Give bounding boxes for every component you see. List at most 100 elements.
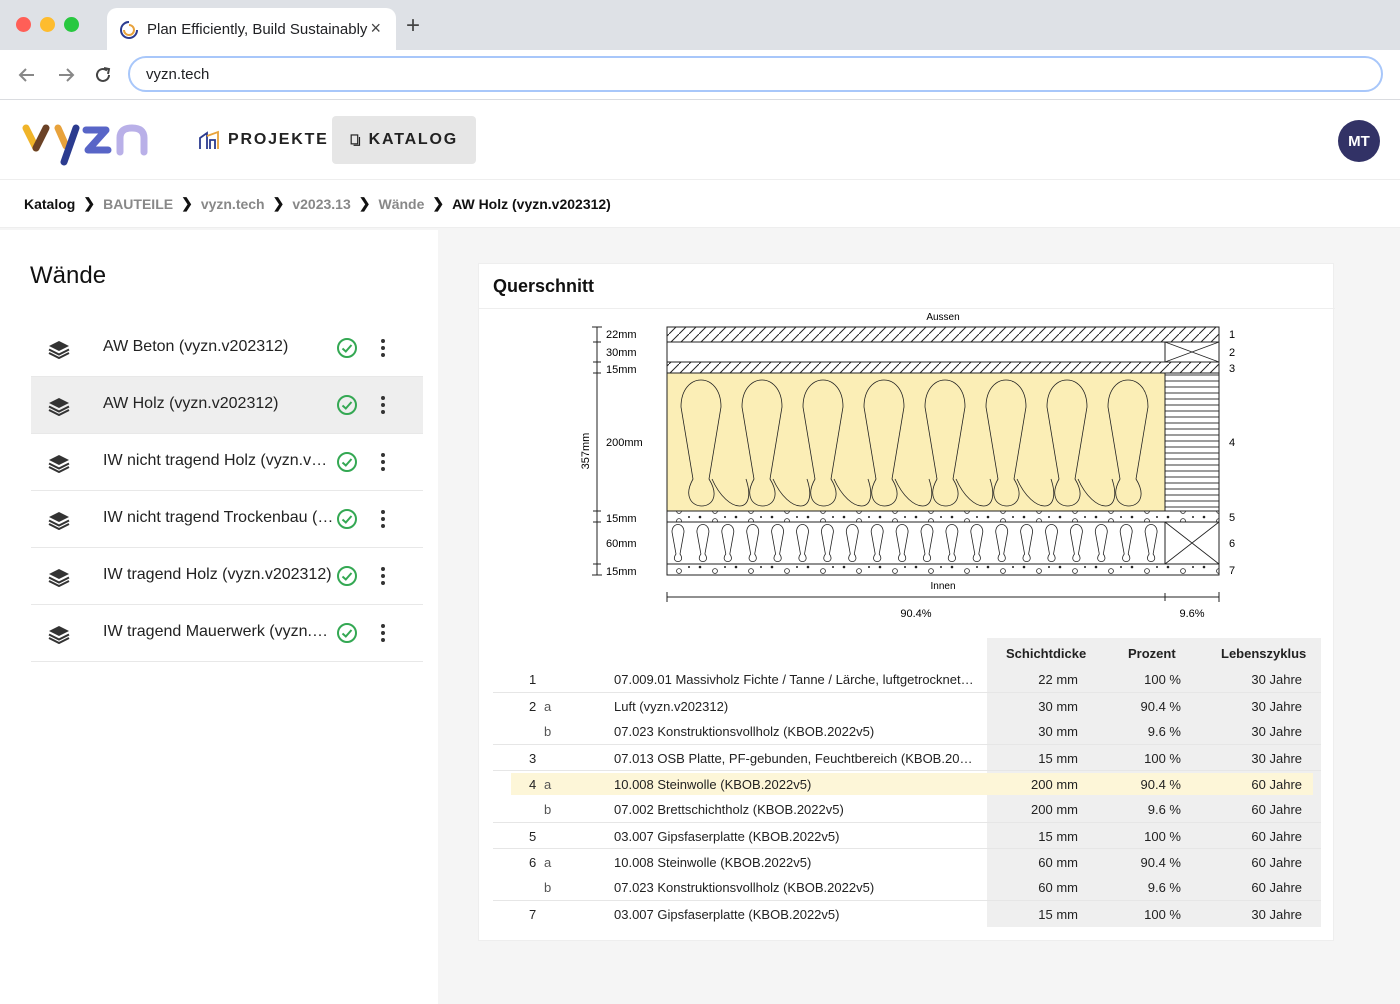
nav-katalog[interactable]: KATALOG xyxy=(332,116,476,164)
new-tab-button[interactable]: + xyxy=(406,14,420,38)
layer-number-label: 7 xyxy=(1229,565,1235,577)
browser-tab[interactable]: Plan Efficiently, Build Sustainably × xyxy=(107,8,396,50)
app-header: vyzn PROJEKTE KATALOG MT xyxy=(0,100,1400,180)
layer-thickness: 60 mm xyxy=(1038,855,1078,870)
layer-thickness: 30 mm xyxy=(1038,699,1078,714)
tab-close-icon[interactable]: × xyxy=(370,18,381,38)
sidebar-item[interactable]: IW tragend Mauerwerk (vyzn.v202312) xyxy=(31,605,423,662)
layer-thickness: 30 mm xyxy=(1038,724,1078,739)
back-arrow-icon[interactable] xyxy=(16,64,38,86)
header-lifecycle: Lebenszyklus xyxy=(1221,646,1307,661)
table-row[interactable]: 7 03.007 Gipsfaserplatte (KBOB.2022v5) 15 … xyxy=(493,900,1321,927)
layer-number-label: 6 xyxy=(1229,538,1235,550)
split-right-label: 9.6% xyxy=(1179,608,1204,620)
layer-thickness: 22 mm xyxy=(1038,672,1078,687)
breadcrumb-bauteile[interactable]: BAUTEILE xyxy=(103,196,173,212)
minimize-window-button[interactable] xyxy=(40,17,55,32)
layer-thickness: 200 mm xyxy=(1031,777,1078,792)
table-row[interactable]: 2 a Luft (vyzn.v202312) 30 mm 90.4 % 30 Jahre xyxy=(493,692,1321,719)
forward-arrow-icon[interactable] xyxy=(55,64,77,86)
layer-material: 07.009.01 Massivholz Fichte / Tanne / Lä… xyxy=(614,672,974,687)
catalog-icon xyxy=(350,134,361,146)
layer-4b xyxy=(1164,372,1220,512)
sidebar-item-label: AW Holz (vyzn.v202312) xyxy=(103,395,279,412)
sidebar-item-label: AW Beton (vyzn.v202312) xyxy=(103,338,289,355)
table-row[interactable]: b 07.002 Brettschichtholz (KBOB.2022v5) 20… xyxy=(493,796,1321,822)
layers-icon xyxy=(48,398,70,416)
more-vertical-icon[interactable] xyxy=(375,565,391,587)
layer-percent: 100 % xyxy=(1144,907,1181,922)
more-vertical-icon[interactable] xyxy=(375,508,391,530)
buildings-icon xyxy=(199,130,219,149)
user-avatar[interactable]: MT xyxy=(1338,120,1380,162)
split-dimension xyxy=(666,592,1220,602)
url-bar[interactable]: vyzn.tech xyxy=(128,56,1383,92)
layer-dimension-label: 22mm xyxy=(606,329,637,341)
more-vertical-icon[interactable] xyxy=(375,394,391,416)
sidebar-item-label: IW nicht tragend Trockenbau (vyzn.v20231… xyxy=(103,509,335,526)
nav-katalog-label: KATALOG xyxy=(368,131,458,148)
layer-material: 10.008 Steinwolle (KBOB.2022v5) xyxy=(614,855,812,870)
layer-material: 07.013 OSB Platte, PF-gebunden, Feuchtbe… xyxy=(614,751,974,766)
reload-icon[interactable] xyxy=(92,64,114,86)
header-thickness: Schichtdicke xyxy=(1006,646,1087,661)
table-row[interactable]: 5 03.007 Gipsfaserplatte (KBOB.2022v5) 15 … xyxy=(493,822,1321,849)
layer-material: 07.023 Konstruktionsvollholz (KBOB.2022v… xyxy=(614,724,875,739)
check-circle-icon xyxy=(337,395,357,415)
layer-sub: b xyxy=(544,880,552,895)
breadcrumb-version[interactable]: v2023.13 xyxy=(292,196,350,212)
maximize-window-button[interactable] xyxy=(64,17,79,32)
url-text: vyzn.tech xyxy=(146,66,210,83)
layer-7 xyxy=(666,563,1220,576)
layer-dimension-label: 15mm xyxy=(606,513,637,525)
more-vertical-icon[interactable] xyxy=(375,451,391,473)
vyzn-logo[interactable]: vyzn xyxy=(22,118,154,168)
close-window-button[interactable] xyxy=(16,17,31,32)
layer-thickness: 15 mm xyxy=(1038,907,1078,922)
table-row[interactable]: 4 a 10.008 Steinwolle (KBOB.2022v5) 200 mm 9… xyxy=(493,770,1321,797)
breadcrumb-katalog[interactable]: Katalog xyxy=(24,196,75,212)
chevron-right-icon: ❯ xyxy=(83,195,96,211)
table-body: 1 07.009.01 Massivholz Fichte / Tanne / L… xyxy=(493,666,1321,927)
check-circle-icon xyxy=(337,452,357,472)
layer-thickness: 15 mm xyxy=(1038,829,1078,844)
layer-sub: b xyxy=(544,802,552,817)
aussen-label: Aussen xyxy=(926,312,959,323)
sidebar-item[interactable]: AW Beton (vyzn.v202312) xyxy=(31,320,423,377)
dimension-line xyxy=(592,326,602,576)
table-row[interactable]: b 07.023 Konstruktionsvollholz (KBOB.2022… xyxy=(493,874,1321,900)
layers-icon xyxy=(48,341,70,359)
favicon-icon xyxy=(120,21,138,39)
layer-dimension-label: 15mm xyxy=(606,566,637,578)
sidebar-item[interactable]: IW nicht tragend Holz (vyzn.v202312) xyxy=(31,434,423,491)
layer-3 xyxy=(666,361,1220,374)
layer-percent: 90.4 % xyxy=(1140,699,1181,714)
nav-projekte-label: PROJEKTE xyxy=(228,131,329,148)
layer-lifecycle: 30 Jahre xyxy=(1251,751,1302,766)
nav-projekte[interactable]: PROJEKTE xyxy=(180,116,347,164)
layer-thickness: 15 mm xyxy=(1038,751,1078,766)
sidebar-item[interactable]: AW Holz (vyzn.v202312) xyxy=(31,377,423,434)
sidebar-item[interactable]: IW nicht tragend Trockenbau (vyzn.v20231… xyxy=(31,491,423,548)
sidebar-item[interactable]: IW tragend Holz (vyzn.v202312) xyxy=(31,548,423,605)
breadcrumb-source[interactable]: vyzn.tech xyxy=(201,196,265,212)
layer-percent: 100 % xyxy=(1144,829,1181,844)
sidebar-item-label: IW nicht tragend Holz (vyzn.v202312) xyxy=(103,452,335,469)
browser-toolbar: vyzn.tech xyxy=(0,50,1400,100)
split-left-label: 90.4% xyxy=(900,608,931,620)
table-row[interactable]: 6 a 10.008 Steinwolle (KBOB.2022v5) 60 mm 90… xyxy=(493,848,1321,875)
more-vertical-icon[interactable] xyxy=(375,337,391,359)
more-vertical-icon[interactable] xyxy=(375,622,391,644)
layer-lifecycle: 60 Jahre xyxy=(1251,880,1302,895)
layer-4a xyxy=(666,372,1166,512)
layer-dimension-label: 15mm xyxy=(606,364,637,376)
table-row[interactable]: 1 07.009.01 Massivholz Fichte / Tanne / L… xyxy=(493,666,1321,692)
check-circle-icon xyxy=(337,338,357,358)
table-row[interactable]: b 07.023 Konstruktionsvollholz (KBOB.2022… xyxy=(493,718,1321,744)
sidebar-item-label: IW tragend Holz (vyzn.v202312) xyxy=(103,566,332,583)
layer-sub: b xyxy=(544,724,552,739)
table-row[interactable]: 3 07.013 OSB Platte, PF-gebunden, Feuchtb… xyxy=(493,744,1321,771)
chevron-right-icon: ❯ xyxy=(358,195,371,211)
breadcrumb-category[interactable]: Wände xyxy=(379,196,425,212)
layer-percent: 90.4 % xyxy=(1140,777,1181,792)
